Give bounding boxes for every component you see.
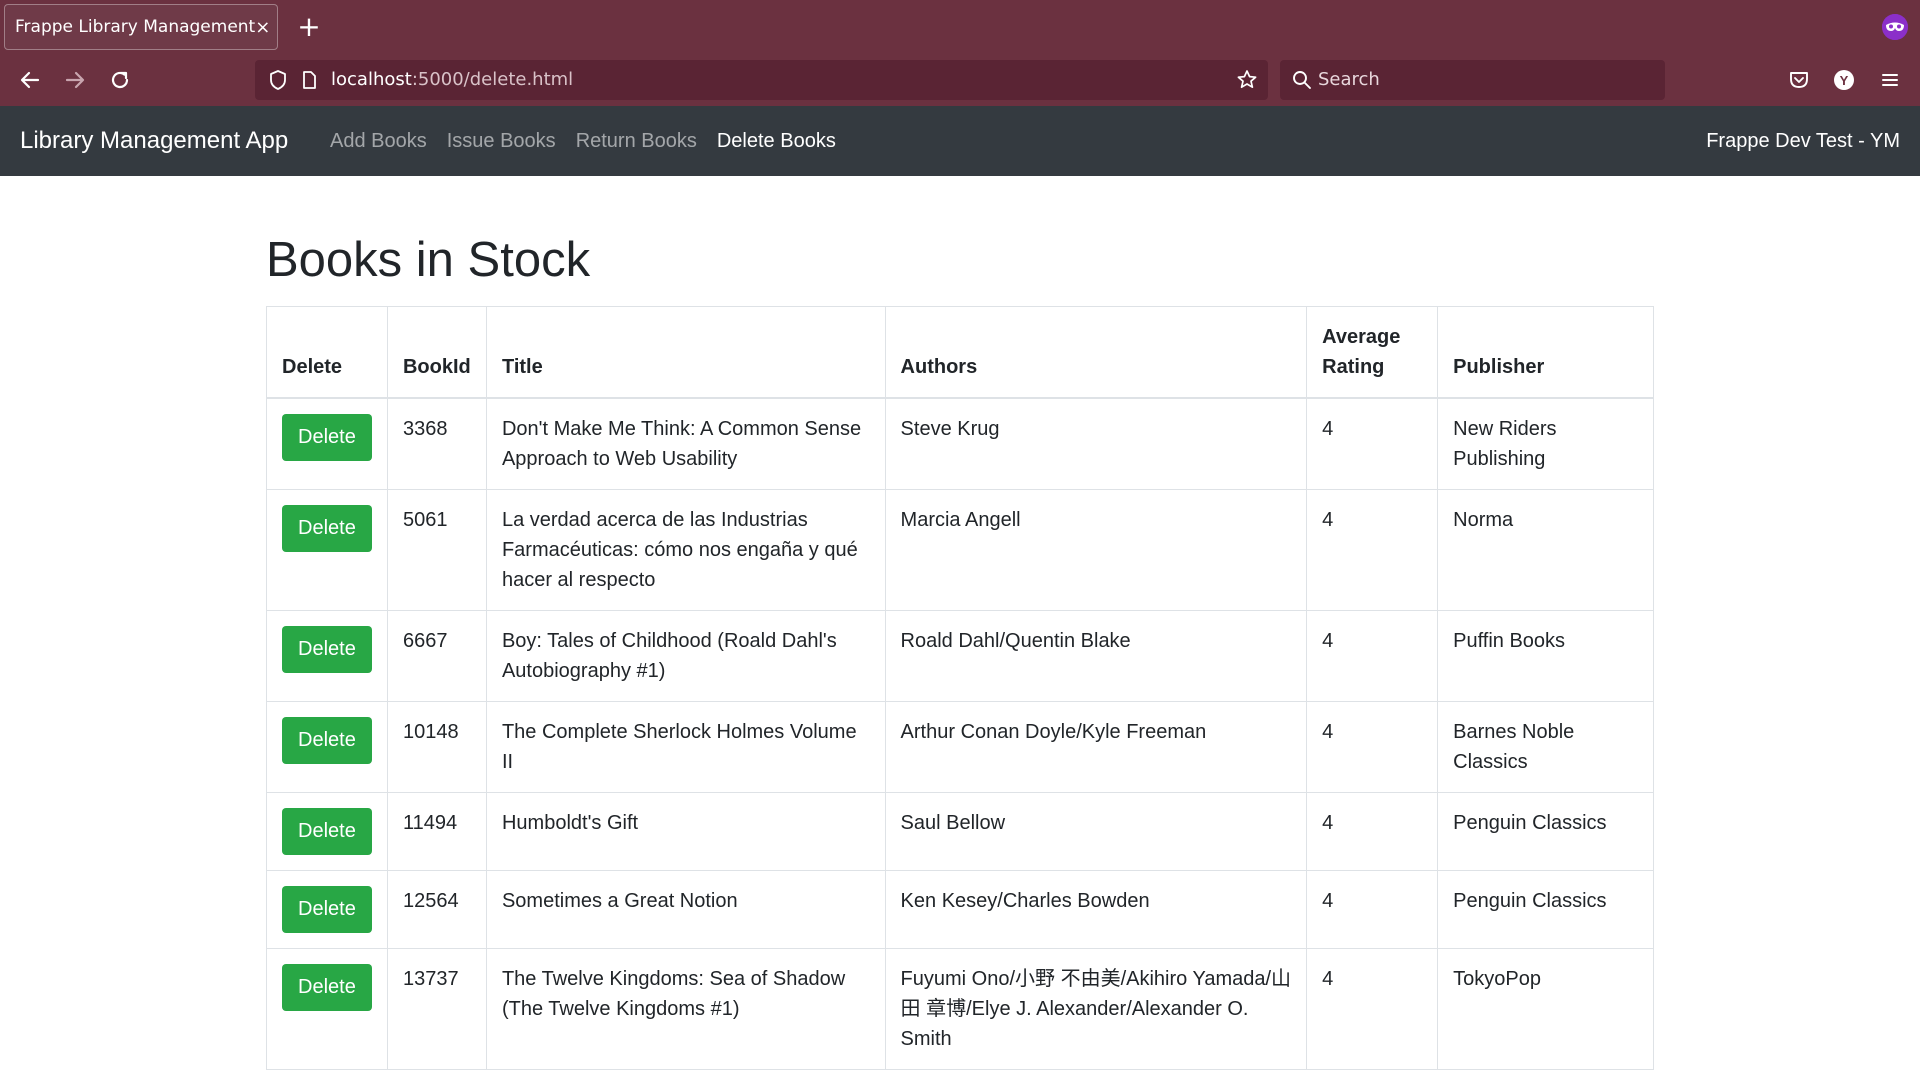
table-row: Delete 12564 Sometimes a Great Notion Ke… [266, 870, 1654, 949]
nav-links: Add Books Issue Books Return Books Delet… [320, 106, 846, 176]
delete-cell: Delete [266, 948, 388, 1070]
book-rating: 4 [1306, 870, 1439, 949]
svg-text:Y: Y [1840, 73, 1849, 88]
book-rating: 4 [1306, 792, 1439, 871]
url-host: localhost [331, 69, 412, 90]
delete-cell: Delete [266, 397, 388, 490]
books-table: Delete BookId Title Authors Average Rati… [266, 306, 1654, 1070]
book-id: 10148 [386, 701, 487, 793]
delete-button[interactable]: Delete [282, 808, 372, 855]
book-publisher: Penguin Classics [1437, 792, 1654, 871]
back-icon[interactable] [14, 64, 46, 96]
search-icon [1290, 68, 1314, 92]
book-title: Sometimes a Great Notion [485, 870, 886, 949]
column-header-title: Title [485, 306, 886, 399]
book-publisher: Barnes Noble Classics [1437, 701, 1654, 793]
book-rating: 4 [1306, 701, 1439, 793]
column-header-authors: Authors [884, 306, 1308, 399]
column-header-bookid: BookId [386, 306, 487, 399]
reload-icon[interactable] [104, 64, 136, 96]
delete-button[interactable]: Delete [282, 414, 372, 461]
book-authors: Fuyumi Ono/小野 不由美/Akihiro Yamada/山田 章博/E… [884, 948, 1308, 1070]
delete-button[interactable]: Delete [282, 886, 372, 933]
book-title: Don't Make Me Think: A Common Sense Appr… [485, 397, 886, 490]
book-authors: Ken Kesey/Charles Bowden [884, 870, 1308, 949]
book-publisher: Norma [1437, 489, 1654, 611]
app-navbar: Library Management App Add Books Issue B… [0, 106, 1920, 176]
tab-title: Frappe Library Management [15, 17, 256, 37]
book-title: The Twelve Kingdoms: Sea of Shadow (The … [485, 948, 886, 1070]
profile-icon[interactable]: Y [1828, 64, 1860, 96]
table-row: Delete 6667 Boy: Tales of Childhood (Roa… [266, 610, 1654, 702]
address-bar[interactable]: localhost:5000/delete.html [255, 60, 1268, 100]
forward-icon[interactable] [59, 64, 91, 96]
delete-button[interactable]: Delete [282, 717, 372, 764]
book-publisher: New Riders Publishing [1437, 397, 1654, 490]
nav-issue-books[interactable]: Issue Books [437, 130, 566, 153]
book-id: 13737 [386, 948, 487, 1070]
book-publisher: TokyoPop [1437, 948, 1654, 1070]
delete-button[interactable]: Delete [282, 964, 372, 1011]
browser-tab-strip: Frappe Library Management × + [0, 0, 1920, 54]
menu-icon[interactable] [1874, 64, 1906, 96]
private-mask-icon[interactable] [1882, 14, 1908, 40]
page-icon [297, 68, 321, 92]
book-authors: Arthur Conan Doyle/Kyle Freeman [884, 701, 1308, 793]
delete-cell: Delete [266, 610, 388, 702]
book-title: The Complete Sherlock Holmes Volume II [485, 701, 886, 793]
tab-close-icon[interactable]: × [255, 17, 270, 38]
book-rating: 4 [1306, 489, 1439, 611]
delete-button[interactable]: Delete [282, 626, 372, 673]
table-row: Delete 11494 Humboldt's Gift Saul Bellow… [266, 792, 1654, 871]
column-header-rating: Average Rating [1306, 306, 1439, 399]
app-brand[interactable]: Library Management App [20, 106, 288, 176]
table-row: Delete 3368 Don't Make Me Think: A Commo… [266, 397, 1654, 490]
book-id: 6667 [386, 610, 487, 702]
table-row: Delete 10148 The Complete Sherlock Holme… [266, 701, 1654, 793]
delete-cell: Delete [266, 489, 388, 611]
book-id: 11494 [386, 792, 487, 871]
book-title: La verdad acerca de las Industrias Farma… [485, 489, 886, 611]
new-tab-button[interactable]: + [292, 10, 326, 44]
delete-cell: Delete [266, 792, 388, 871]
nav-user-label: Frappe Dev Test - YM [1706, 130, 1900, 152]
nav-delete-books[interactable]: Delete Books [707, 130, 846, 153]
book-id: 3368 [386, 397, 487, 490]
book-rating: 4 [1306, 397, 1439, 490]
book-authors: Roald Dahl/Quentin Blake [884, 610, 1308, 702]
delete-cell: Delete [266, 701, 388, 793]
book-title: Boy: Tales of Childhood (Roald Dahl's Au… [485, 610, 886, 702]
book-publisher: Puffin Books [1437, 610, 1654, 702]
url-text[interactable]: localhost:5000/delete.html [331, 60, 573, 100]
column-header-delete: Delete [266, 306, 388, 399]
table-row: Delete 13737 The Twelve Kingdoms: Sea of… [266, 948, 1654, 1070]
book-authors: Saul Bellow [884, 792, 1308, 871]
nav-add-books[interactable]: Add Books [320, 130, 437, 153]
pocket-icon[interactable] [1783, 64, 1815, 96]
delete-button[interactable]: Delete [282, 505, 372, 552]
star-icon[interactable] [1234, 67, 1260, 93]
browser-tab[interactable]: Frappe Library Management × [4, 4, 278, 50]
book-authors: Marcia Angell [884, 489, 1308, 611]
book-id: 5061 [386, 489, 487, 611]
shield-icon[interactable] [265, 67, 291, 93]
book-rating: 4 [1306, 948, 1439, 1070]
url-path: :5000/delete.html [411, 69, 574, 90]
book-rating: 4 [1306, 610, 1439, 702]
book-authors: Steve Krug [884, 397, 1308, 490]
search-input[interactable]: Search [1280, 60, 1665, 100]
column-header-publisher: Publisher [1437, 306, 1654, 399]
book-title: Humboldt's Gift [485, 792, 886, 871]
book-id: 12564 [386, 870, 487, 949]
delete-cell: Delete [266, 870, 388, 949]
page-title: Books in Stock [266, 233, 591, 287]
nav-return-books[interactable]: Return Books [566, 130, 707, 153]
table-row: Delete 5061 La verdad acerca de las Indu… [266, 489, 1654, 611]
browser-toolbar: localhost:5000/delete.html Search Y [0, 54, 1920, 106]
table-header-row: Delete BookId Title Authors Average Rati… [266, 306, 1654, 399]
book-publisher: Penguin Classics [1437, 870, 1654, 949]
search-placeholder: Search [1318, 69, 1380, 90]
